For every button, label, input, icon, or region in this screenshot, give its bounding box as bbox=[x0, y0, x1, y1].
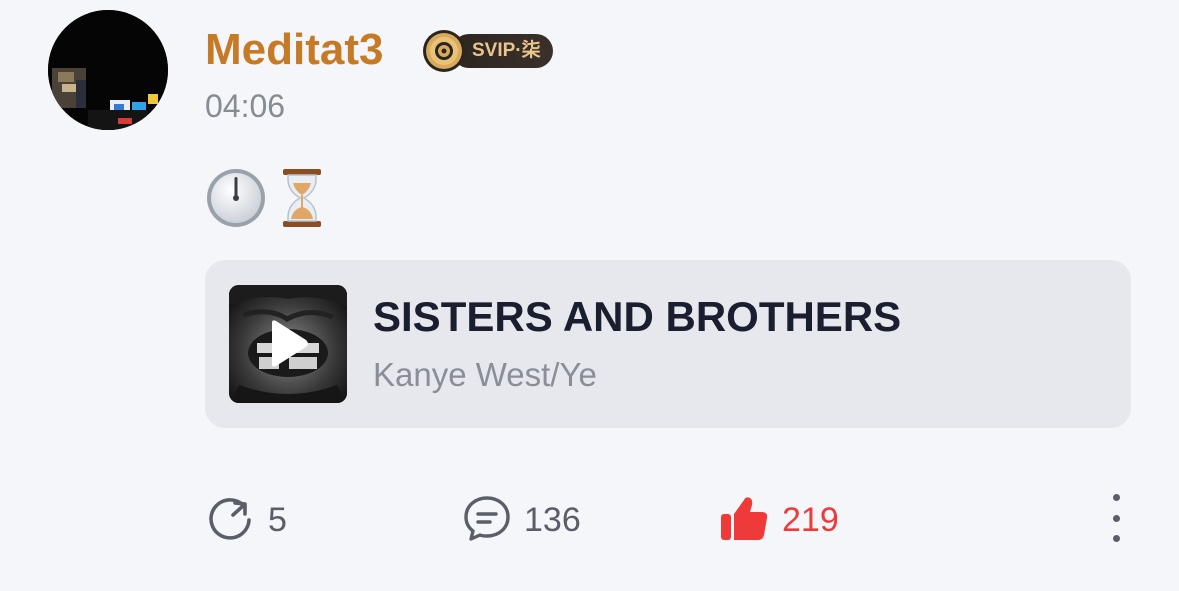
post-content bbox=[205, 168, 325, 232]
more-dot bbox=[1112, 514, 1120, 522]
vinyl-disc-icon bbox=[422, 29, 466, 73]
like-count: 219 bbox=[782, 501, 839, 539]
hourglass-icon bbox=[279, 167, 325, 234]
post-timestamp: 04:06 bbox=[205, 88, 286, 124]
more-dot bbox=[1112, 494, 1120, 501]
album-cover[interactable] bbox=[229, 285, 347, 403]
vip-badge-label: SVIP·柒 bbox=[452, 34, 553, 68]
username[interactable]: Meditat3 bbox=[205, 24, 383, 76]
repost-icon bbox=[204, 492, 256, 549]
comment-count: 136 bbox=[524, 501, 581, 539]
vip-badge[interactable]: SVIP·柒 bbox=[422, 30, 553, 72]
thumbs-up-icon bbox=[718, 492, 770, 549]
repost-count: 5 bbox=[268, 501, 287, 539]
play-icon[interactable] bbox=[229, 285, 347, 403]
song-title: SISTERS AND BROTHERS bbox=[373, 293, 902, 340]
comment-icon bbox=[462, 493, 512, 548]
feed-post: Meditat3 SVIP·柒 04:06 SISTERS AND BROTHE… bbox=[0, 0, 1179, 591]
avatar[interactable] bbox=[48, 10, 168, 130]
comment-button[interactable]: 136 bbox=[462, 492, 581, 548]
more-dot bbox=[1112, 535, 1120, 542]
more-vertical-icon[interactable] bbox=[1098, 490, 1134, 546]
repost-button[interactable]: 5 bbox=[204, 492, 287, 548]
like-button[interactable]: 219 bbox=[718, 492, 839, 548]
clock-icon bbox=[205, 167, 267, 234]
song-artist: Kanye West/Ye bbox=[373, 356, 597, 393]
music-card[interactable]: SISTERS AND BROTHERS Kanye West/Ye bbox=[205, 260, 1131, 428]
